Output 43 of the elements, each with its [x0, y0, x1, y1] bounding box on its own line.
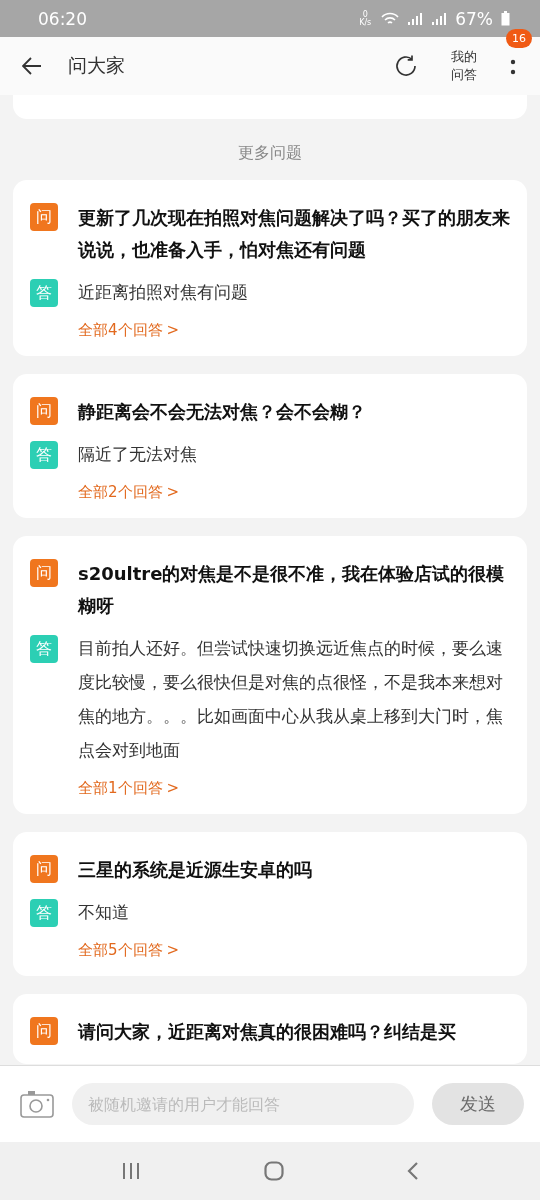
question-mark-icon: 问	[30, 1017, 58, 1045]
question-card[interactable]: 问 更新了几次现在拍照对焦问题解决了吗？买了的朋友来说说，也准备入手，怕对焦还有问题 答 近距离拍照对焦有问题 全部4个回答 >	[13, 180, 527, 356]
network-speed: 0 K/s	[358, 10, 373, 27]
question-mark-icon: 问	[30, 203, 58, 231]
chevron-icon: >	[166, 321, 180, 340]
chevron-icon: >	[166, 779, 180, 798]
my-answers-button[interactable]: 我的问答	[448, 48, 480, 84]
battery-icon	[501, 11, 510, 26]
question-text: 静距离会不会无法对焦？会不会糊？	[78, 400, 366, 424]
answer-mark-icon: 答	[30, 441, 58, 469]
refresh-icon[interactable]	[394, 54, 418, 78]
question-mark-icon: 问	[30, 855, 58, 883]
question-card[interactable]: 问 s20ultre的对焦是不是很不准，我在体验店试的很模糊呀 答 目前拍人还好。但尝试快速切换远近焦点的时候，要么速度比较慢，要么很快但是对焦的点很怪，不是我本来想对焦的地方。。。比如画面中心从我从桌上移到大门时，焦点会对到地面 全部1个回答 >	[13, 536, 527, 814]
question-text: 三星的系统是近源生安卓的吗	[78, 858, 312, 882]
signal-icon	[407, 11, 424, 26]
question-text: 请问大家，近距离对焦真的很困难吗？纠结是买	[78, 1020, 456, 1044]
answer-text: 隔近了无法对焦	[78, 443, 197, 466]
chevron-icon: >	[166, 483, 180, 502]
answer-mark-icon: 答	[30, 279, 58, 307]
question-card[interactable]: 问 静距离会不会无法对焦？会不会糊？ 答 隔近了无法对焦 全部2个回答 >	[13, 374, 527, 518]
status-time: 06:20	[38, 8, 87, 29]
question-text: 更新了几次现在拍照对焦问题解决了吗？买了的朋友来说说，也准备入手，怕对焦还有问题	[78, 206, 511, 262]
recent-apps-icon[interactable]	[121, 1162, 142, 1180]
wifi-icon	[381, 11, 400, 26]
home-icon[interactable]	[264, 1161, 284, 1181]
signal-icon	[431, 11, 448, 26]
answer-text: 不知道	[78, 901, 129, 924]
answer-mark-icon: 答	[30, 635, 58, 663]
section-title: 更多问题	[237, 142, 303, 164]
battery-level: 67%	[455, 8, 493, 29]
question-text: s20ultre的对焦是不是很不准，我在体验店试的很模糊呀	[78, 562, 506, 618]
question-mark-icon: 问	[30, 397, 58, 425]
page-title: 问大家	[68, 53, 126, 78]
question-mark-icon: 问	[30, 559, 58, 587]
answer-text: 目前拍人还好。但尝试快速切换远近焦点的时候，要么速度比较慢，要么很快但是对焦的点很怪，不是我本来想对焦的地方。。。比如画面中心从我从桌上移到大门时，焦点会对到地面	[78, 637, 504, 762]
question-card[interactable]: 问 请问大家，近距离对焦真的很困难吗？纠结是买	[13, 994, 527, 1064]
back-icon[interactable]	[22, 57, 42, 75]
answer-text: 近距离拍照对焦有问题	[78, 281, 248, 304]
camera-icon[interactable]	[20, 1090, 54, 1118]
question-card[interactable]: 问 三星的系统是近源生安卓的吗 答 不知道 全部5个回答 >	[13, 832, 527, 976]
chevron-icon: >	[166, 941, 180, 960]
answer-mark-icon: 答	[30, 899, 58, 927]
notification-badge: 16	[506, 29, 532, 48]
